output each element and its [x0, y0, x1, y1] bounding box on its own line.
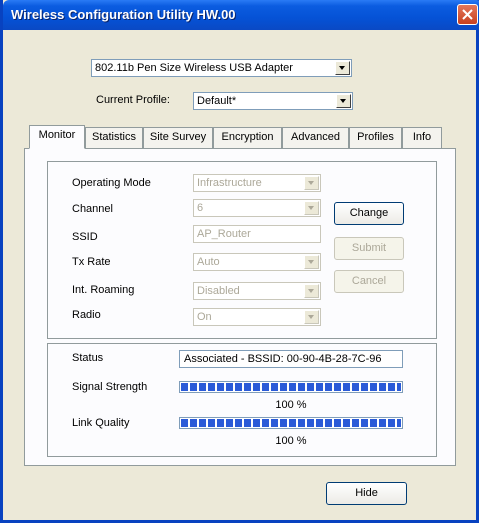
tab-statistics[interactable]: Statistics: [85, 127, 143, 148]
chevron-down-icon[interactable]: [336, 94, 351, 108]
signal-strength-fill: [181, 383, 401, 391]
tx-rate-select: Auto: [193, 253, 321, 271]
close-icon: [462, 9, 473, 20]
ssid-field: AP_Router: [193, 225, 321, 243]
channel-value: 6: [197, 202, 204, 214]
int-roaming-select: Disabled: [193, 282, 321, 300]
signal-strength-percent: 100 %: [275, 399, 307, 411]
operating-mode-select: Infrastructure: [193, 174, 321, 192]
tab-label: Statistics: [91, 131, 136, 143]
tab-label: Advanced: [291, 131, 340, 143]
signal-strength-label: Signal Strength: [72, 381, 148, 393]
window-title: Wireless Configuration Utility HW.00: [11, 7, 236, 22]
operating-mode-label: Operating Mode: [72, 177, 151, 189]
chevron-down-icon: [304, 284, 319, 298]
app-window: Wireless Configuration Utility HW.00 802…: [0, 0, 479, 523]
cancel-button: Cancel: [334, 270, 404, 293]
current-profile-label: Current Profile:: [96, 94, 170, 106]
chevron-down-icon: [304, 255, 319, 269]
tab-info[interactable]: Info: [402, 127, 442, 148]
chevron-down-icon[interactable]: [335, 61, 350, 75]
profile-select[interactable]: Default*: [193, 92, 353, 110]
link-quality-percent: 100 %: [275, 435, 307, 447]
tx-rate-label: Tx Rate: [72, 256, 111, 268]
submit-button: Submit: [334, 237, 404, 260]
tab-profiles[interactable]: Profiles: [349, 127, 402, 148]
int-roaming-label: Int. Roaming: [72, 284, 135, 296]
chevron-down-icon: [304, 201, 319, 215]
tab-label: Info: [412, 131, 432, 143]
operating-mode-value: Infrastructure: [197, 177, 262, 189]
monitor-panel: Operating Mode Infrastructure Channel 6 …: [24, 148, 456, 466]
profile-select-value: Default*: [197, 95, 237, 107]
tab-label: Encryption: [221, 131, 274, 143]
signal-strength-bar: [179, 381, 403, 393]
tab-monitor[interactable]: Monitor: [29, 125, 85, 149]
int-roaming-value: Disabled: [197, 285, 240, 297]
adapter-select-value: 802.11b Pen Size Wireless USB Adapter: [95, 62, 293, 74]
hide-button[interactable]: Hide: [326, 482, 407, 505]
channel-label: Channel: [72, 203, 113, 215]
change-button[interactable]: Change: [334, 202, 404, 225]
tab-encryption[interactable]: Encryption: [213, 127, 282, 148]
channel-select: 6: [193, 199, 321, 217]
status-label: Status: [72, 352, 104, 364]
tab-label: Profiles: [357, 131, 394, 143]
chevron-down-icon: [304, 310, 319, 324]
tab-label: Site Survey: [149, 131, 207, 143]
radio-label: Radio: [72, 309, 101, 321]
adapter-select[interactable]: 802.11b Pen Size Wireless USB Adapter: [91, 59, 352, 77]
radio-value: On: [197, 311, 212, 323]
title-bar[interactable]: Wireless Configuration Utility HW.00: [3, 0, 479, 30]
link-quality-bar: [179, 417, 403, 429]
link-quality-fill: [181, 419, 401, 427]
chevron-down-icon: [304, 176, 319, 190]
radio-select: On: [193, 308, 321, 326]
close-button[interactable]: [457, 4, 478, 25]
status-field: Associated - BSSID: 00-90-4B-28-7C-96: [179, 350, 403, 368]
link-quality-label: Link Quality: [72, 417, 130, 429]
tab-advanced[interactable]: Advanced: [282, 127, 349, 148]
tab-label: Monitor: [38, 129, 76, 141]
tab-site-survey[interactable]: Site Survey: [143, 127, 213, 148]
tx-rate-value: Auto: [197, 256, 220, 268]
ssid-label: SSID: [72, 231, 98, 243]
